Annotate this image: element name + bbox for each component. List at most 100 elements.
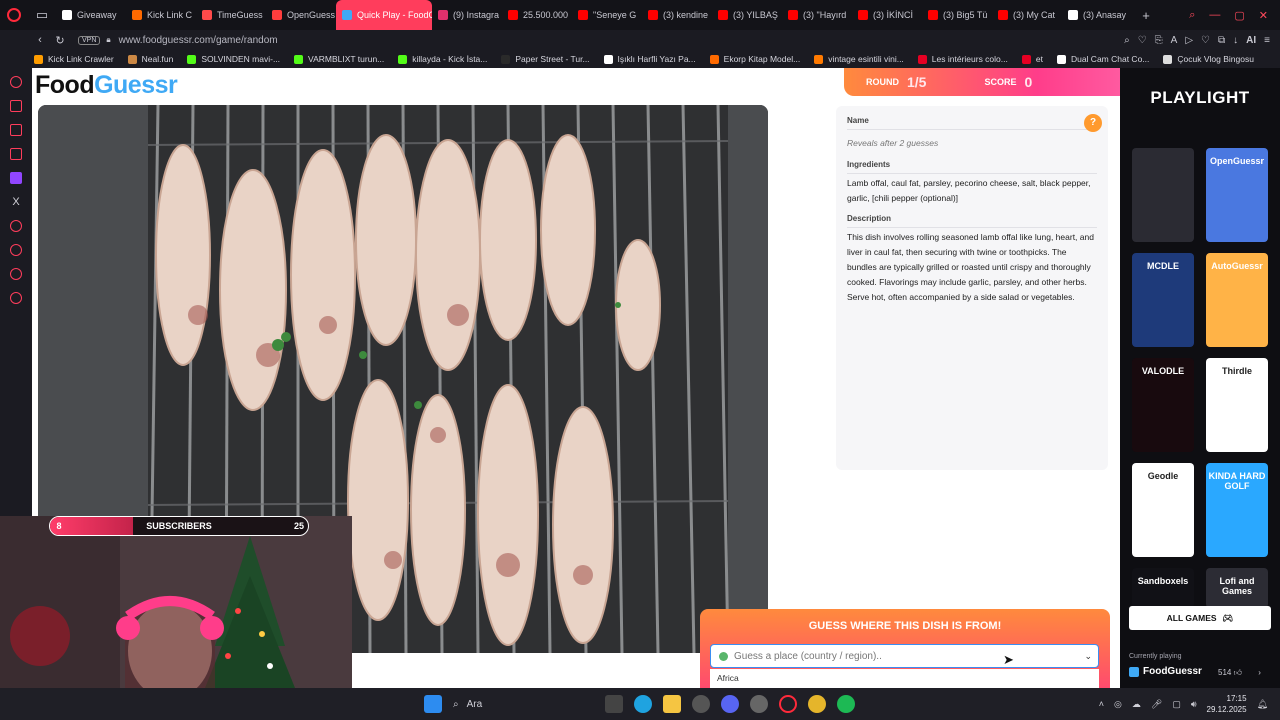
chrome-icon[interactable] (808, 695, 826, 713)
dropdown-option[interactable]: Africa (710, 669, 1099, 688)
sidebar-twitch-icon[interactable] (10, 172, 22, 184)
opera-menu-icon[interactable] (0, 0, 28, 30)
browser-tab[interactable]: OpenGuess (266, 0, 336, 30)
browser-tab[interactable]: (3) Big5 Tü (922, 0, 992, 30)
app-icon[interactable] (750, 695, 768, 713)
sidebar-aria-icon[interactable] (10, 76, 22, 88)
sidebar-x-icon[interactable]: X (10, 196, 22, 208)
sidebar-whatsapp-icon[interactable] (10, 124, 22, 136)
sidebar-player-icon[interactable] (10, 220, 22, 232)
bookmark-item[interactable]: killayda - Kick İsta... (398, 54, 487, 64)
clock[interactable]: 17:15 29.12.2025 (1207, 693, 1247, 715)
browser-tab[interactable]: (3) İKİNCİ (852, 0, 922, 30)
tab-active[interactable]: Quick Play - FoodGu (336, 0, 432, 30)
game-tile[interactable]: MCDLE (1132, 253, 1194, 347)
browser-tab[interactable]: (3) "Hayırd (782, 0, 852, 30)
game-tile[interactable]: VALODLE (1132, 358, 1194, 452)
tab-favicon-icon (438, 10, 448, 20)
maximize-icon[interactable]: ▢ (1234, 9, 1244, 22)
browser-tab[interactable]: Giveaway (56, 0, 126, 30)
game-tile[interactable] (1132, 148, 1194, 242)
opera-taskbar-icon[interactable] (779, 695, 797, 713)
spotify-icon[interactable] (837, 695, 855, 713)
windows-start-icon[interactable] (424, 695, 442, 713)
bookmark-item[interactable]: VARMBLIXT turun... (294, 54, 384, 64)
game-tile[interactable]: AutoGuessr (1206, 253, 1268, 347)
expand-icon[interactable]: › (1258, 668, 1261, 677)
tab-favicon-icon (508, 10, 518, 20)
settings-icon[interactable] (692, 695, 710, 713)
bookmark-item[interactable]: Dual Cam Chat Co... (1056, 54, 1149, 64)
network-icon[interactable]: ▢ (1172, 699, 1181, 710)
bookmark-item[interactable]: Neal.fun (127, 54, 173, 64)
bookmark-icon[interactable]: ♡ (1138, 35, 1147, 46)
browser-tab[interactable]: (3) My Cat (992, 0, 1062, 30)
reload-icon[interactable]: ↻ (50, 34, 70, 47)
sidebar-history-icon[interactable] (10, 244, 22, 256)
close-window-icon[interactable]: ✕ (1259, 9, 1268, 22)
foodguessr-logo[interactable]: FoodGuessr (35, 71, 178, 100)
sidebar-messenger-icon[interactable] (10, 100, 22, 112)
bookmark-item[interactable]: Ekorp Kitap Model... (709, 54, 800, 64)
browser-tab[interactable]: (3) kendine (642, 0, 712, 30)
discord-icon[interactable] (721, 695, 739, 713)
game-tile[interactable]: KINDA HARD GOLF (1206, 463, 1268, 557)
zoom-icon[interactable]: ⌕ (1124, 35, 1130, 46)
sidebar-instagram-icon[interactable] (10, 148, 22, 160)
game-tile[interactable]: Thirdle (1206, 358, 1268, 452)
bookmark-item[interactable]: Paper Street - Tur... (501, 54, 590, 64)
new-tab-icon[interactable]: + (1132, 0, 1160, 30)
bookmark-item[interactable]: Les intérieurs colo... (917, 54, 1008, 64)
game-tile[interactable]: Geodle (1132, 463, 1194, 557)
bookmark-item[interactable]: vintage esintili vini... (814, 54, 904, 64)
play-icon[interactable]: ▷ (1185, 35, 1193, 46)
help-icon[interactable]: ? (1084, 114, 1102, 132)
browser-tab[interactable]: TimeGuess (196, 0, 266, 30)
translate-icon[interactable]: A (1171, 35, 1178, 46)
task-view-icon[interactable] (605, 695, 623, 713)
bookmark-item[interactable]: Kick Link Crawler (34, 54, 114, 64)
back-icon[interactable]: ‹ (30, 34, 50, 46)
game-tile[interactable]: Sandboxels (1132, 568, 1194, 608)
browser-tab[interactable]: Kick Link C (126, 0, 196, 30)
browser-tab[interactable]: (3) Anasay (1062, 0, 1132, 30)
sidebar-settings-icon[interactable] (10, 292, 22, 304)
likes-count[interactable]: 514 👍︎ › (1218, 668, 1261, 678)
guess-place-select[interactable]: Guess a place (country / region).. ⌄ (710, 644, 1099, 668)
mic-icon[interactable]: 🎤︎ (1151, 699, 1162, 710)
tray-chevron-icon[interactable]: ˄ (1099, 699, 1104, 709)
all-games-button[interactable]: ALL GAMES 🎮︎ (1129, 606, 1271, 630)
browser-tab[interactable]: 25.500.000 (502, 0, 572, 30)
heart-icon[interactable]: ♡ (1201, 35, 1210, 46)
browser-tab[interactable]: (9) Instagra (432, 0, 502, 30)
tab-label: (3) Big5 Tü (943, 10, 988, 20)
settings-icon[interactable]: ≡ (1264, 35, 1270, 46)
current-game[interactable]: FoodGuessr (1129, 666, 1202, 677)
minimize-icon[interactable]: — (1209, 9, 1220, 22)
taskbar-search[interactable]: ⌕ Ara (453, 699, 593, 710)
bookmark-item[interactable]: et (1021, 54, 1043, 64)
notifications-icon[interactable]: 🔔︎ (1257, 699, 1268, 710)
bookmark-item[interactable]: Çocuk Vlog Bingosu (1163, 54, 1254, 64)
file-explorer-icon[interactable] (663, 695, 681, 713)
volume-icon[interactable]: 🔊︎ (1191, 699, 1197, 710)
onedrive-icon[interactable]: ☁ (1132, 699, 1141, 710)
browser-tab[interactable]: (3) YILBAŞ (712, 0, 782, 30)
url-field[interactable]: www.foodguessr.com/game/random (119, 35, 278, 46)
tab-favicon-icon (272, 10, 282, 20)
browser-tab[interactable]: "Seneye G (572, 0, 642, 30)
copilot-icon[interactable]: ◎ (1114, 699, 1122, 710)
vpn-badge[interactable]: VPN (78, 35, 101, 45)
bookmark-item[interactable]: SOLVINDEN mavi-... (187, 54, 280, 64)
game-tile[interactable]: OpenGuessr (1206, 148, 1268, 242)
download-icon[interactable]: ↓ (1233, 35, 1238, 46)
search-tabs-icon[interactable]: ⌕ (1189, 9, 1195, 22)
game-tile[interactable]: Lofi and Games (1206, 568, 1268, 608)
tab-overview-icon[interactable]: ▭ (28, 0, 56, 30)
bookmark-item[interactable]: Işıklı Harfli Yazı Pa... (603, 54, 696, 64)
sidebar-extensions-icon[interactable] (10, 268, 22, 280)
ai-button[interactable]: AI (1246, 35, 1256, 46)
extensions-icon[interactable]: ⧉ (1218, 35, 1225, 46)
snapshot-icon[interactable]: ⎘ (1155, 35, 1163, 46)
edge-icon[interactable] (634, 695, 652, 713)
